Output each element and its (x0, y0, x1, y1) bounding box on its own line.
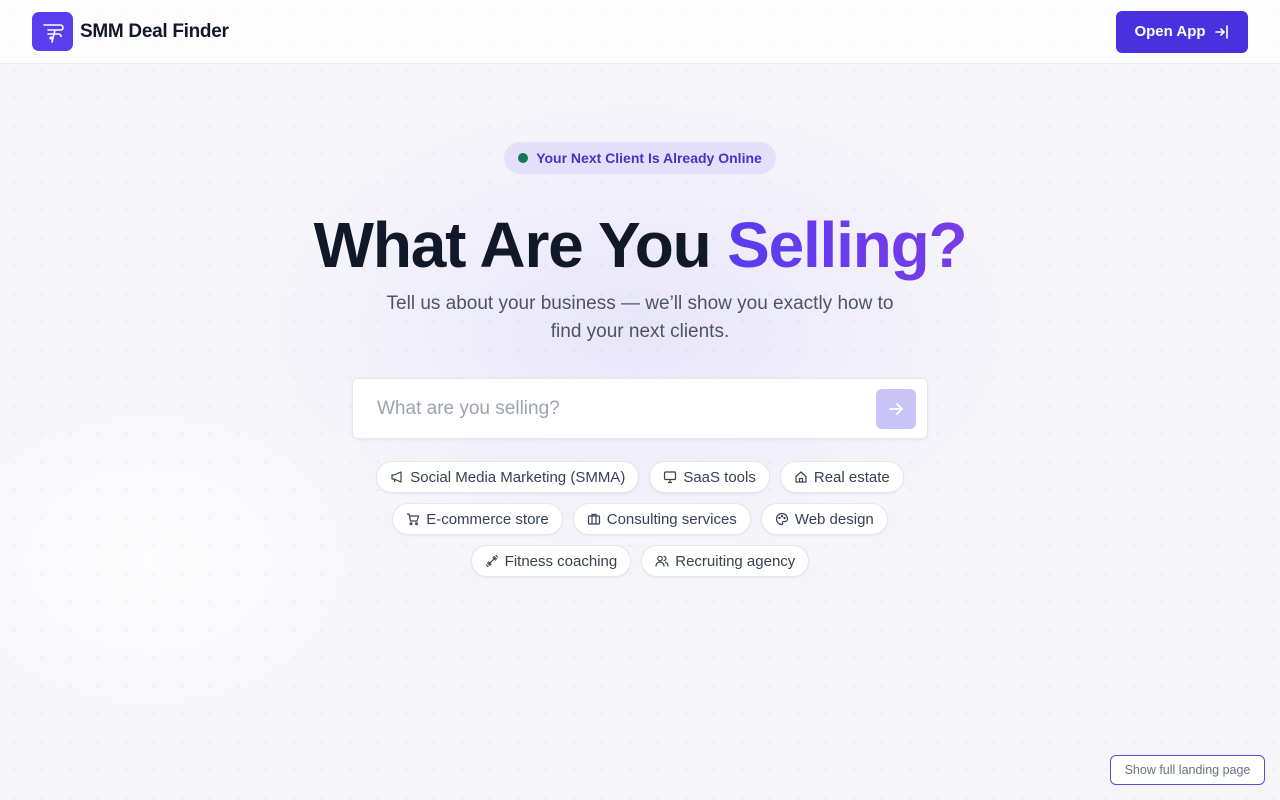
chip-consulting[interactable]: Consulting services (572, 503, 751, 535)
chip-label: E-commerce store (426, 510, 549, 528)
chip-web-design[interactable]: Web design (760, 503, 888, 535)
chip-label: Real estate (813, 468, 890, 486)
selling-input[interactable] (377, 379, 857, 438)
users-icon (655, 555, 669, 567)
chip-fitness[interactable]: Fitness coaching (470, 545, 632, 577)
hero-badge-text: Your Next Client Is Already Online (536, 150, 762, 166)
chip-label: Recruiting agency (675, 552, 796, 570)
chip-saas[interactable]: SaaS tools (649, 461, 770, 493)
chip-ecommerce[interactable]: E-commerce store (392, 503, 563, 535)
hero-badge: Your Next Client Is Already Online (504, 142, 776, 174)
chip-label: Web design (794, 510, 874, 528)
chip-real-estate[interactable]: Real estate (779, 461, 904, 493)
chip-smma[interactable]: Social Media Marketing (SMMA) (376, 461, 640, 493)
landing-link-label: Show full landing page (1124, 763, 1251, 777)
cart-icon (407, 513, 420, 526)
open-app-label: Open App (1134, 23, 1206, 40)
suggestion-chips: Social Media Marketing (SMMA) SaaS tools… (340, 461, 940, 577)
palette-icon (775, 512, 788, 526)
chip-row: E-commerce store Consulting services Web… (392, 503, 888, 535)
page-title: What Are You Selling? (0, 210, 1280, 280)
brand[interactable]: SMM Deal Finder (32, 12, 229, 51)
chip-label: SaaS tools (683, 468, 756, 486)
open-app-button[interactable]: Open App (1116, 10, 1248, 53)
submit-button[interactable] (876, 389, 916, 429)
online-dot-icon (518, 153, 529, 163)
chip-recruiting[interactable]: Recruiting agency (641, 545, 810, 577)
hero-subtitle: Tell us about your business — we’ll show… (380, 290, 900, 346)
show-landing-page-button[interactable]: Show full landing page (1110, 755, 1265, 785)
dumbbell-icon (485, 554, 498, 568)
search-box (352, 378, 928, 439)
sign-in-icon (1214, 24, 1228, 39)
chip-row: Social Media Marketing (SMMA) SaaS tools… (376, 461, 904, 493)
briefcase-icon (587, 513, 600, 525)
title-main: What Are You (313, 209, 728, 281)
brand-name: SMM Deal Finder (80, 20, 229, 42)
chip-label: Social Media Marketing (SMMA) (410, 468, 626, 486)
subtitle-line-2: find your next clients. (550, 321, 730, 342)
arrow-right-icon (889, 403, 903, 415)
chip-label: Consulting services (606, 510, 737, 528)
top-nav: SMM Deal Finder Open App (0, 0, 1280, 64)
subtitle-line-1: Tell us about your business — we’ll show… (386, 293, 894, 314)
logo-icon (32, 12, 73, 51)
monitor-icon (664, 471, 677, 484)
megaphone-icon (391, 471, 402, 483)
home-icon (795, 471, 807, 483)
chip-row: Fitness coaching Recruiting agency (470, 545, 810, 577)
chip-label: Fitness coaching (504, 552, 618, 570)
title-accent: Selling? (727, 209, 968, 281)
